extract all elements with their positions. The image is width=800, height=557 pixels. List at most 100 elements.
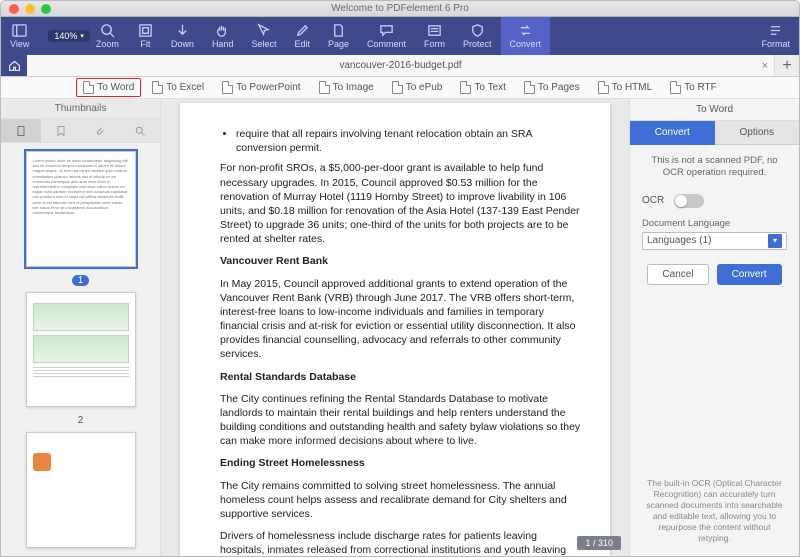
section-heading: Rental Standards Database — [220, 371, 356, 383]
main-toolbar: View 140%▾ Zoom Fit Down Hand Select E — [1, 17, 799, 55]
select-tool[interactable]: Select — [242, 17, 285, 55]
to-powerpoint-button[interactable]: To PowerPoint — [215, 78, 307, 97]
thumbnail-number: 2 — [72, 415, 90, 426]
doc-icon — [222, 81, 233, 94]
comment-tool[interactable]: Comment — [358, 17, 415, 55]
document-viewer[interactable]: require that all repairs involving tenan… — [161, 99, 629, 556]
thumbnails-tab-search[interactable] — [120, 119, 160, 142]
fit-icon — [138, 23, 153, 38]
to-text-button[interactable]: To Text — [453, 78, 513, 97]
thumbnails-tabs — [1, 119, 160, 143]
page-counter: 1 / 310 — [577, 536, 621, 550]
fit-tool[interactable]: Fit — [129, 17, 162, 55]
app-window: Welcome to PDFelement 6 Pro View 140%▾ Z… — [0, 0, 800, 557]
section-heading: Vancouver Rent Bank — [220, 255, 328, 267]
pencil-icon — [295, 23, 310, 38]
body-text: The City remains committed to solving st… — [220, 479, 582, 522]
language-value: Languages (1) — [647, 235, 712, 246]
search-icon — [134, 125, 146, 137]
form-icon — [427, 23, 442, 38]
cancel-button[interactable]: Cancel — [647, 264, 708, 285]
hand-icon — [215, 23, 230, 38]
attachment-icon — [94, 125, 106, 137]
down-tool[interactable]: Down — [162, 17, 203, 55]
section-heading: Ending Street Homelessness — [220, 457, 365, 469]
document-tab-label: vancouver-2016-budget.pdf — [339, 60, 461, 71]
format-tool[interactable]: Format — [752, 17, 799, 55]
body-text: In May 2015, Council approved additional… — [220, 277, 582, 362]
body-text: Drivers of homelessness include discharg… — [220, 529, 582, 556]
convert-icon — [518, 23, 533, 38]
view-tool[interactable]: View — [1, 17, 38, 55]
cursor-icon — [256, 23, 271, 38]
convert-tab[interactable]: Convert — [630, 121, 715, 145]
body-text: The City continues refining the Rental S… — [220, 392, 582, 449]
ocr-footer-note: The built-in OCR (Optical Character Reco… — [630, 470, 799, 556]
doc-icon — [83, 81, 94, 94]
titlebar: Welcome to PDFelement 6 Pro — [1, 1, 799, 17]
language-label: Document Language — [642, 218, 787, 229]
to-epub-button[interactable]: To ePub — [385, 78, 450, 97]
doc-icon — [152, 81, 163, 94]
doc-icon — [319, 81, 330, 94]
form-tool[interactable]: Form — [415, 17, 454, 55]
language-select[interactable]: Languages (1) ▾ — [642, 232, 787, 250]
options-tab[interactable]: Options — [715, 121, 800, 145]
thumbnails-panel: Thumbnails Lorem ipsum dolor sit amet co… — [1, 99, 161, 556]
window-title: Welcome to PDFelement 6 Pro — [1, 3, 799, 14]
ocr-toggle[interactable] — [674, 194, 704, 208]
thumbnail-page-2[interactable] — [26, 292, 136, 408]
pdf-page: require that all repairs involving tenan… — [180, 103, 610, 556]
document-tab[interactable]: vancouver-2016-budget.pdf × — [27, 55, 775, 76]
thumbnails-tab-pages[interactable] — [1, 119, 41, 142]
doc-icon — [524, 81, 535, 94]
doc-icon — [392, 81, 403, 94]
hand-tool[interactable]: Hand — [203, 17, 243, 55]
page-tool[interactable]: Page — [319, 17, 358, 55]
sidebar-icon — [12, 23, 27, 38]
convert-subtoolbar: To Word To Excel To PowerPoint To Image … — [1, 77, 799, 99]
body-text: require that all repairs involving tenan… — [236, 127, 582, 155]
thumbnail-number: 1 — [72, 275, 90, 286]
to-word-button[interactable]: To Word — [76, 78, 141, 97]
bookmark-icon — [55, 125, 67, 137]
zoom-tool[interactable]: 140%▾ Zoom — [38, 17, 129, 55]
convert-side-panel: To Word Convert Options This is not a sc… — [629, 99, 799, 556]
protect-tool[interactable]: Protect — [454, 17, 501, 55]
page-icon — [15, 125, 27, 137]
convert-button[interactable]: Convert — [717, 264, 782, 285]
thumbnails-tab-bookmarks[interactable] — [41, 119, 81, 142]
thumbnail-page-1[interactable]: Lorem ipsum dolor sit amet consectetur a… — [26, 151, 136, 267]
doc-icon — [460, 81, 471, 94]
to-excel-button[interactable]: To Excel — [145, 78, 211, 97]
format-icon — [768, 23, 783, 38]
page-icon — [331, 23, 346, 38]
home-tab[interactable] — [1, 55, 27, 76]
thumbnails-tab-attachments[interactable] — [81, 119, 121, 142]
to-pages-button[interactable]: To Pages — [517, 78, 587, 97]
to-rtf-button[interactable]: To RTF — [663, 78, 724, 97]
convert-tool[interactable]: Convert — [501, 17, 551, 55]
zoom-value[interactable]: 140%▾ — [48, 30, 90, 42]
body-text: For non-profit SROs, a $5,000-per-door g… — [220, 161, 582, 246]
edit-tool[interactable]: Edit — [285, 17, 319, 55]
thumbnail-page-3[interactable] — [26, 432, 136, 548]
main-area: Thumbnails Lorem ipsum dolor sit amet co… — [1, 99, 799, 556]
thumbnails-header: Thumbnails — [1, 99, 160, 119]
doc-icon — [670, 81, 681, 94]
scan-note: This is not a scanned PDF, no OCR operat… — [642, 155, 787, 180]
zoom-icon — [100, 23, 115, 38]
thumbnails-list[interactable]: Lorem ipsum dolor sit amet consectetur a… — [1, 143, 160, 556]
new-tab-button[interactable]: + — [775, 55, 799, 76]
comment-icon — [379, 23, 394, 38]
chevron-down-icon: ▾ — [768, 234, 782, 248]
tab-bar: vancouver-2016-budget.pdf × + — [1, 55, 799, 77]
side-panel-title: To Word — [630, 99, 799, 121]
ocr-label: OCR — [642, 195, 664, 206]
doc-icon — [598, 81, 609, 94]
side-panel-tabs: Convert Options — [630, 121, 799, 145]
to-image-button[interactable]: To Image — [312, 78, 381, 97]
close-tab-button[interactable]: × — [762, 60, 768, 72]
down-arrow-icon — [175, 23, 190, 38]
to-html-button[interactable]: To HTML — [591, 78, 660, 97]
